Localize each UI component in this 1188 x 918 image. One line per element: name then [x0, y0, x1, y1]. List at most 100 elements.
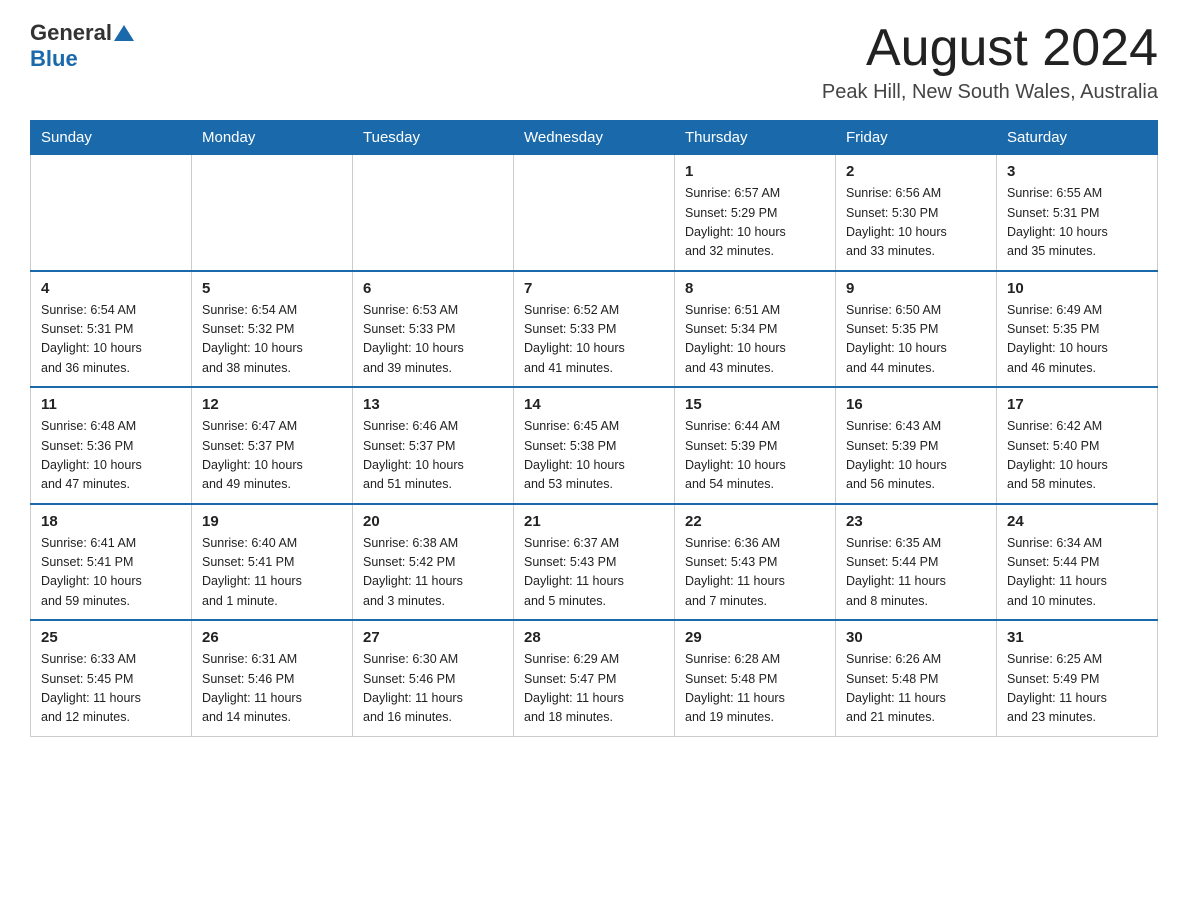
day-number: 24	[1007, 513, 1147, 530]
logo-triangle-icon	[114, 23, 134, 43]
calendar-day-cell: 25 Sunrise: 6:33 AMSunset: 5:45 PMDayligh…	[31, 620, 192, 736]
day-info: Sunrise: 6:45 AMSunset: 5:38 PMDaylight:…	[524, 417, 664, 495]
calendar-day-cell: 26Sunrise: 6:31 AMSunset: 5:46 PMDayligh…	[192, 620, 353, 736]
calendar-week-row: 25 Sunrise: 6:33 AMSunset: 5:45 PMDayligh…	[31, 620, 1158, 736]
calendar-day-cell: 27 Sunrise: 6:30 AMSunset: 5:46 PMDayligh…	[353, 620, 514, 736]
calendar-day-cell: 31 Sunrise: 6:25 AMSunset: 5:49 PMDayligh…	[997, 620, 1158, 736]
day-number: 11	[41, 396, 181, 413]
col-monday: Monday	[192, 121, 353, 155]
day-info: Sunrise: 6:57 AMSunset: 5:29 PMDaylight:…	[685, 184, 825, 262]
col-thursday: Thursday	[675, 121, 836, 155]
calendar-day-cell: 8 Sunrise: 6:51 AMSunset: 5:34 PMDaylight…	[675, 271, 836, 388]
day-number: 26	[202, 629, 342, 646]
day-number: 16	[846, 396, 986, 413]
day-info: Sunrise: 6:29 AMSunset: 5:47 PMDaylight:…	[524, 650, 664, 728]
day-number: 23	[846, 513, 986, 530]
calendar-day-cell: 29Sunrise: 6:28 AMSunset: 5:48 PMDayligh…	[675, 620, 836, 736]
calendar-day-cell: 30Sunrise: 6:26 AMSunset: 5:48 PMDayligh…	[836, 620, 997, 736]
day-number: 15	[685, 396, 825, 413]
col-tuesday: Tuesday	[353, 121, 514, 155]
calendar-table: Sunday Monday Tuesday Wednesday Thursday…	[30, 120, 1158, 737]
day-number: 1	[685, 163, 825, 180]
day-number: 22	[685, 513, 825, 530]
calendar-day-cell: 6 Sunrise: 6:53 AMSunset: 5:33 PMDaylight…	[353, 271, 514, 388]
day-info: Sunrise: 6:43 AMSunset: 5:39 PMDaylight:…	[846, 417, 986, 495]
calendar-day-cell: 10Sunrise: 6:49 AMSunset: 5:35 PMDayligh…	[997, 271, 1158, 388]
day-number: 13	[363, 396, 503, 413]
day-info: Sunrise: 6:36 AMSunset: 5:43 PMDaylight:…	[685, 534, 825, 612]
col-friday: Friday	[836, 121, 997, 155]
day-number: 8	[685, 280, 825, 297]
header-row: Sunday Monday Tuesday Wednesday Thursday…	[31, 121, 1158, 155]
calendar-week-row: 4 Sunrise: 6:54 AMSunset: 5:31 PMDaylight…	[31, 271, 1158, 388]
col-wednesday: Wednesday	[514, 121, 675, 155]
calendar-week-row: 11 Sunrise: 6:48 AMSunset: 5:36 PMDayligh…	[31, 387, 1158, 504]
col-sunday: Sunday	[31, 121, 192, 155]
calendar-day-cell: 18 Sunrise: 6:41 AMSunset: 5:41 PMDayligh…	[31, 504, 192, 621]
day-number: 30	[846, 629, 986, 646]
calendar-day-cell	[353, 155, 514, 271]
col-saturday: Saturday	[997, 121, 1158, 155]
calendar-day-cell	[192, 155, 353, 271]
day-number: 31	[1007, 629, 1147, 646]
day-info: Sunrise: 6:50 AMSunset: 5:35 PMDaylight:…	[846, 301, 986, 379]
calendar-day-cell: 19Sunrise: 6:40 AMSunset: 5:41 PMDayligh…	[192, 504, 353, 621]
logo-blue: Blue	[30, 46, 78, 71]
day-info: Sunrise: 6:35 AMSunset: 5:44 PMDaylight:…	[846, 534, 986, 612]
day-info: Sunrise: 6:51 AMSunset: 5:34 PMDaylight:…	[685, 301, 825, 379]
location-title: Peak Hill, New South Wales, Australia	[822, 81, 1158, 104]
day-number: 4	[41, 280, 181, 297]
day-info: Sunrise: 6:38 AMSunset: 5:42 PMDaylight:…	[363, 534, 503, 612]
day-info: Sunrise: 6:54 AMSunset: 5:31 PMDaylight:…	[41, 301, 181, 379]
calendar-week-row: 1 Sunrise: 6:57 AMSunset: 5:29 PMDaylight…	[31, 155, 1158, 271]
calendar-day-cell: 16 Sunrise: 6:43 AMSunset: 5:39 PMDayligh…	[836, 387, 997, 504]
day-number: 7	[524, 280, 664, 297]
calendar-day-cell: 11 Sunrise: 6:48 AMSunset: 5:36 PMDayligh…	[31, 387, 192, 504]
calendar-day-cell: 20 Sunrise: 6:38 AMSunset: 5:42 PMDayligh…	[353, 504, 514, 621]
calendar-day-cell: 22 Sunrise: 6:36 AMSunset: 5:43 PMDayligh…	[675, 504, 836, 621]
calendar-day-cell: 1 Sunrise: 6:57 AMSunset: 5:29 PMDaylight…	[675, 155, 836, 271]
day-number: 19	[202, 513, 342, 530]
day-number: 5	[202, 280, 342, 297]
day-info: Sunrise: 6:33 AMSunset: 5:45 PMDaylight:…	[41, 650, 181, 728]
day-number: 17	[1007, 396, 1147, 413]
day-info: Sunrise: 6:42 AMSunset: 5:40 PMDaylight:…	[1007, 417, 1147, 495]
day-info: Sunrise: 6:48 AMSunset: 5:36 PMDaylight:…	[41, 417, 181, 495]
day-info: Sunrise: 6:53 AMSunset: 5:33 PMDaylight:…	[363, 301, 503, 379]
calendar-day-cell	[31, 155, 192, 271]
calendar-day-cell: 17 Sunrise: 6:42 AMSunset: 5:40 PMDayligh…	[997, 387, 1158, 504]
day-info: Sunrise: 6:25 AMSunset: 5:49 PMDaylight:…	[1007, 650, 1147, 728]
calendar-day-cell: 3 Sunrise: 6:55 AMSunset: 5:31 PMDaylight…	[997, 155, 1158, 271]
calendar-week-row: 18 Sunrise: 6:41 AMSunset: 5:41 PMDayligh…	[31, 504, 1158, 621]
calendar-day-cell: 9 Sunrise: 6:50 AMSunset: 5:35 PMDaylight…	[836, 271, 997, 388]
day-info: Sunrise: 6:34 AMSunset: 5:44 PMDaylight:…	[1007, 534, 1147, 612]
calendar-day-cell: 24 Sunrise: 6:34 AMSunset: 5:44 PMDayligh…	[997, 504, 1158, 621]
day-info: Sunrise: 6:46 AMSunset: 5:37 PMDaylight:…	[363, 417, 503, 495]
day-number: 6	[363, 280, 503, 297]
calendar-day-cell: 13 Sunrise: 6:46 AMSunset: 5:37 PMDayligh…	[353, 387, 514, 504]
calendar-day-cell	[514, 155, 675, 271]
day-number: 27	[363, 629, 503, 646]
day-info: Sunrise: 6:56 AMSunset: 5:30 PMDaylight:…	[846, 184, 986, 262]
calendar-day-cell: 4 Sunrise: 6:54 AMSunset: 5:31 PMDaylight…	[31, 271, 192, 388]
logo-general: General	[30, 20, 112, 46]
calendar-day-cell: 21Sunrise: 6:37 AMSunset: 5:43 PMDayligh…	[514, 504, 675, 621]
calendar-day-cell: 15Sunrise: 6:44 AMSunset: 5:39 PMDayligh…	[675, 387, 836, 504]
day-number: 3	[1007, 163, 1147, 180]
day-number: 28	[524, 629, 664, 646]
day-info: Sunrise: 6:52 AMSunset: 5:33 PMDaylight:…	[524, 301, 664, 379]
day-number: 9	[846, 280, 986, 297]
day-info: Sunrise: 6:55 AMSunset: 5:31 PMDaylight:…	[1007, 184, 1147, 262]
calendar-day-cell: 7 Sunrise: 6:52 AMSunset: 5:33 PMDaylight…	[514, 271, 675, 388]
month-title: August 2024	[822, 20, 1158, 77]
day-info: Sunrise: 6:28 AMSunset: 5:48 PMDaylight:…	[685, 650, 825, 728]
day-info: Sunrise: 6:41 AMSunset: 5:41 PMDaylight:…	[41, 534, 181, 612]
day-number: 25	[41, 629, 181, 646]
day-info: Sunrise: 6:54 AMSunset: 5:32 PMDaylight:…	[202, 301, 342, 379]
logo: General Blue	[30, 20, 134, 72]
day-number: 18	[41, 513, 181, 530]
page-header: General Blue August 2024 Peak Hill, New …	[30, 20, 1158, 104]
day-info: Sunrise: 6:30 AMSunset: 5:46 PMDaylight:…	[363, 650, 503, 728]
day-info: Sunrise: 6:49 AMSunset: 5:35 PMDaylight:…	[1007, 301, 1147, 379]
day-number: 20	[363, 513, 503, 530]
